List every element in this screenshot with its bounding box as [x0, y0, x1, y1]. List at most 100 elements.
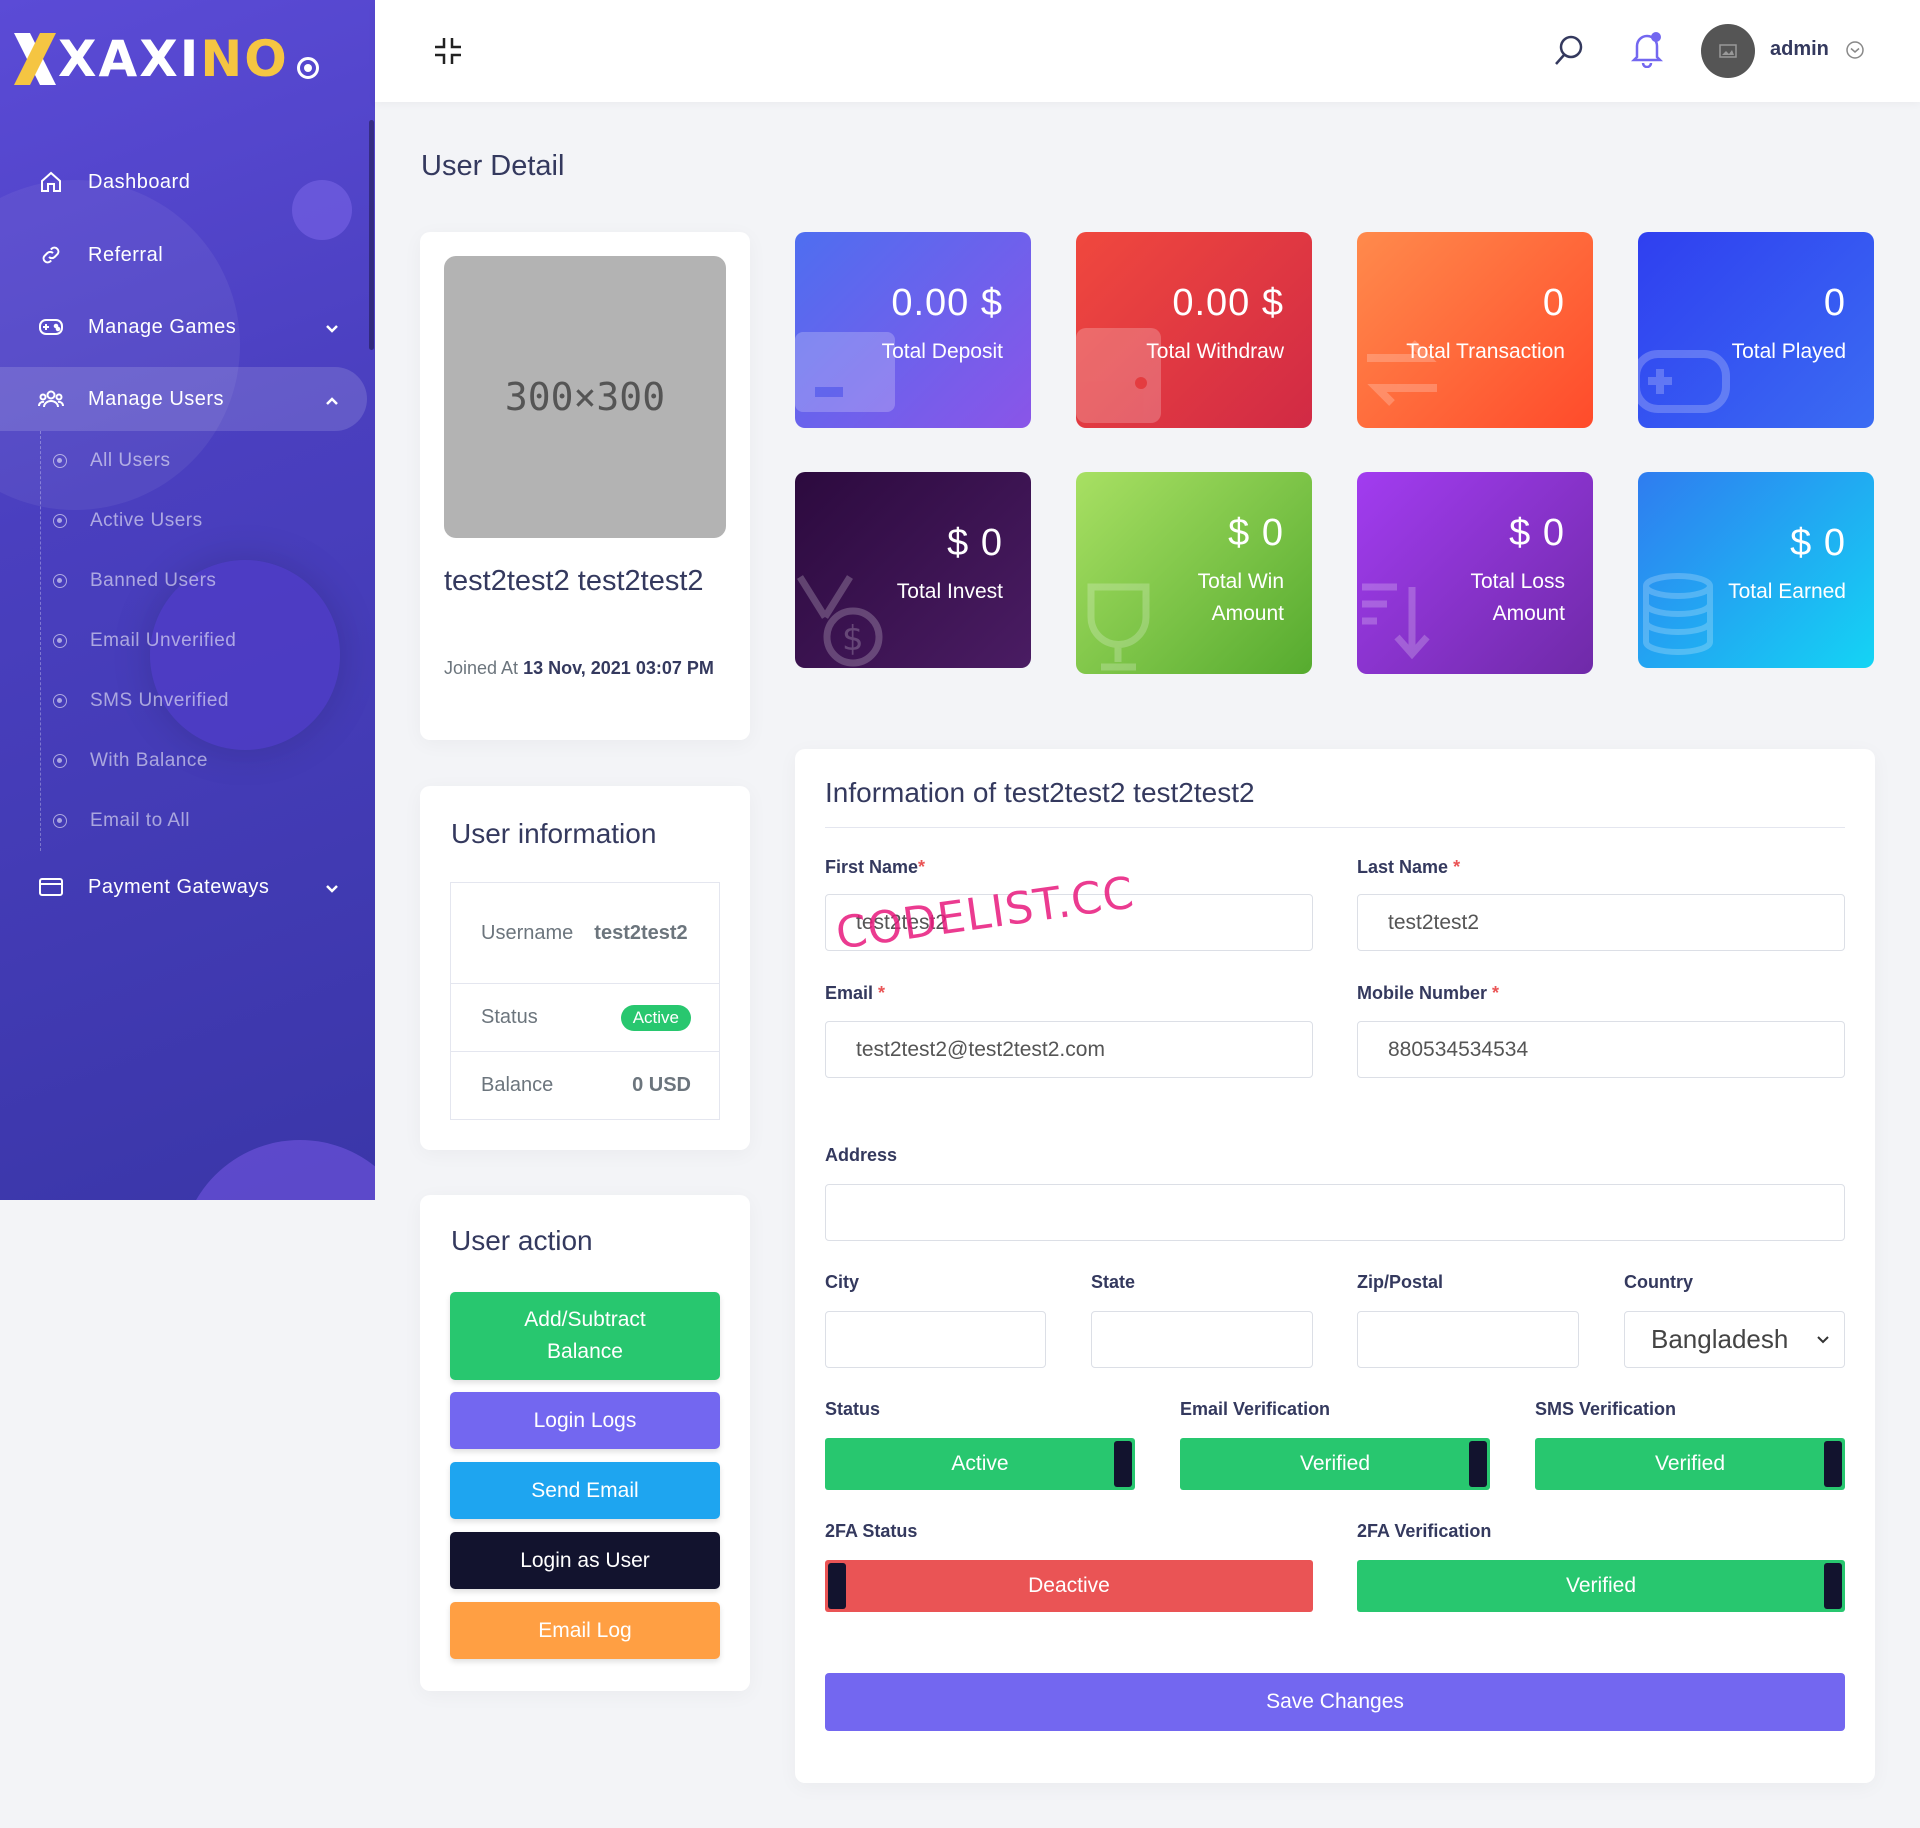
stat-label: Total Deposit — [881, 340, 1003, 363]
stat-tile-total-deposit[interactable]: 0.00 $ Total Deposit — [795, 232, 1031, 428]
country-select[interactable]: Bangladesh — [1624, 1311, 1845, 1368]
manage-users-submenu: All Users Active Users Banned Users Emai… — [0, 431, 375, 851]
twofa-status-label: 2FA Status — [825, 1521, 918, 1541]
credit-card-icon — [38, 874, 64, 900]
stat-label: Total Invest — [896, 580, 1003, 603]
state-label: State — [1091, 1272, 1136, 1292]
sidebar-subitem-email-to-all[interactable]: Email to All — [40, 791, 375, 851]
balance-label: Balance — [481, 1074, 554, 1096]
sidebar-item-label: Manage Users — [88, 387, 225, 410]
username-value: test2test2 — [594, 922, 688, 944]
sidebar-subitem-all-users[interactable]: All Users — [40, 431, 375, 491]
mobile-number-label: Mobile Number * — [1357, 983, 1500, 1003]
compress-icon[interactable] — [433, 36, 463, 71]
last-name-label: Last Name * — [1357, 857, 1461, 877]
home-icon — [38, 169, 64, 195]
gamepad-icon — [38, 314, 64, 340]
bullet-icon — [53, 634, 67, 648]
brand-logo[interactable]: XAXINO — [12, 28, 319, 90]
user-information-table: Username test2test2 Status Active Balanc… — [450, 882, 720, 1120]
mobile-number-input[interactable]: 880534534534 — [1357, 1021, 1845, 1078]
image-icon — [1719, 44, 1737, 58]
admin-username[interactable]: admin — [1770, 38, 1829, 61]
medal-dollar-icon: $ — [797, 575, 883, 667]
stat-tile-total-loss[interactable]: $ 0 Total Loss Amount — [1357, 472, 1593, 674]
address-input[interactable] — [825, 1184, 1845, 1241]
state-input[interactable] — [1091, 1311, 1313, 1368]
sidebar-subitem-email-unverified[interactable]: Email Unverified — [40, 611, 375, 671]
form-title: Information of test2test2 test2test2 — [825, 777, 1255, 808]
sidebar-subitem-with-balance[interactable]: With Balance — [40, 731, 375, 791]
stat-label: Total Win Amount — [1197, 570, 1284, 625]
stat-tile-total-invest[interactable]: $ $ 0 Total Invest — [795, 472, 1031, 668]
sidebar-item-manage-users[interactable]: Manage Users — [0, 367, 367, 431]
send-email-button[interactable]: Send Email — [450, 1462, 720, 1519]
status-label: Status — [481, 1006, 538, 1028]
stat-tile-total-withdraw[interactable]: 0.00 $ Total Withdraw — [1076, 232, 1312, 428]
city-input[interactable] — [825, 1311, 1046, 1368]
sidebar-item-label: Manage Games — [88, 315, 237, 338]
logo-x-icon — [14, 33, 56, 85]
address-label: Address — [825, 1145, 898, 1165]
twofa-verification-toggle[interactable]: Verified — [1357, 1560, 1845, 1612]
link-icon — [38, 242, 64, 268]
email-verification-label: Email Verification — [1180, 1399, 1331, 1419]
bullet-icon — [53, 574, 67, 588]
user-information-card: User information Username test2test2 Sta… — [420, 786, 750, 1150]
avatar[interactable] — [1701, 24, 1755, 78]
sidebar-subitem-active-users[interactable]: Active Users — [40, 491, 375, 551]
svg-text:$: $ — [842, 619, 864, 659]
sms-verification-toggle[interactable]: Verified — [1535, 1438, 1845, 1490]
twofa-status-toggle[interactable]: Deactive — [825, 1560, 1313, 1612]
notification-bell-icon[interactable] — [1630, 30, 1664, 73]
status-badge: Active — [620, 1004, 691, 1031]
stat-label: Total Loss Amount — [1470, 570, 1565, 625]
chevron-up-icon — [325, 389, 339, 412]
stat-value: 0 — [1542, 282, 1565, 324]
first-name-label: First Name* — [825, 857, 926, 877]
email-label: Email * — [825, 983, 886, 1003]
coins-icon — [1643, 573, 1713, 655]
email-log-button[interactable]: Email Log — [450, 1602, 720, 1659]
stat-tile-total-win[interactable]: $ 0 Total Win Amount — [1076, 472, 1312, 674]
sidebar-item-dashboard[interactable]: Dashboard — [0, 150, 375, 214]
stat-value: $ 0 — [947, 522, 1003, 564]
stat-tile-total-earned[interactable]: $ 0 Total Earned — [1638, 472, 1874, 668]
zip-label: Zip/Postal — [1357, 1272, 1444, 1292]
login-as-user-button[interactable]: Login as User — [450, 1532, 720, 1589]
zip-input[interactable] — [1357, 1311, 1579, 1368]
sidebar-item-label: Dashboard — [88, 170, 191, 193]
sms-verification-label: SMS Verification — [1535, 1399, 1677, 1419]
sidebar-subitem-banned-users[interactable]: Banned Users — [40, 551, 375, 611]
chevron-down-circle-icon[interactable] — [1845, 40, 1865, 65]
profile-name: test2test2 test2test2 — [444, 565, 704, 597]
username-label: Username — [481, 922, 574, 944]
add-subtract-balance-button[interactable]: Add/Subtract Balance — [450, 1292, 720, 1380]
search-icon[interactable] — [1553, 34, 1585, 73]
logo-dot-icon — [296, 57, 319, 79]
sidebar-item-manage-games[interactable]: Manage Games — [0, 295, 375, 359]
twofa-verification-label: 2FA Verification — [1357, 1521, 1492, 1541]
chevron-down-icon — [1817, 1335, 1829, 1343]
status-toggle[interactable]: Active — [825, 1438, 1135, 1490]
sidebar-item-referral[interactable]: Referral — [0, 223, 375, 287]
sidebar-subitem-sms-unverified[interactable]: SMS Unverified — [40, 671, 375, 731]
stat-value: 0.00 $ — [1172, 282, 1284, 324]
stat-value: 0 — [1823, 282, 1846, 324]
sidebar-item-label: Referral — [88, 243, 164, 266]
stat-tile-total-transaction[interactable]: 0 Total Transaction — [1357, 232, 1593, 428]
joined-date: Joined At 13 Nov, 2021 03:07 PM — [444, 658, 714, 678]
stat-label: Total Played — [1731, 340, 1846, 363]
stat-tile-total-played[interactable]: 0 Total Played — [1638, 232, 1874, 428]
balance-value: 0 USD — [632, 1074, 691, 1096]
sidebar-item-payment-gateways[interactable]: Payment Gateways — [0, 855, 375, 919]
login-logs-button[interactable]: Login Logs — [450, 1392, 720, 1449]
email-verification-toggle[interactable]: Verified — [1180, 1438, 1490, 1490]
last-name-input[interactable]: test2test2 — [1357, 894, 1845, 951]
email-input[interactable]: test2test2@test2test2.com — [825, 1021, 1313, 1078]
user-information-title: User information — [451, 818, 657, 849]
profile-card: 300×300 test2test2 test2test2 Joined At … — [420, 232, 750, 740]
save-changes-button[interactable]: Save Changes — [825, 1673, 1845, 1731]
bullet-icon — [53, 814, 67, 828]
sidebar-nav: Dashboard Referral Manage Games Manage U… — [0, 150, 375, 919]
